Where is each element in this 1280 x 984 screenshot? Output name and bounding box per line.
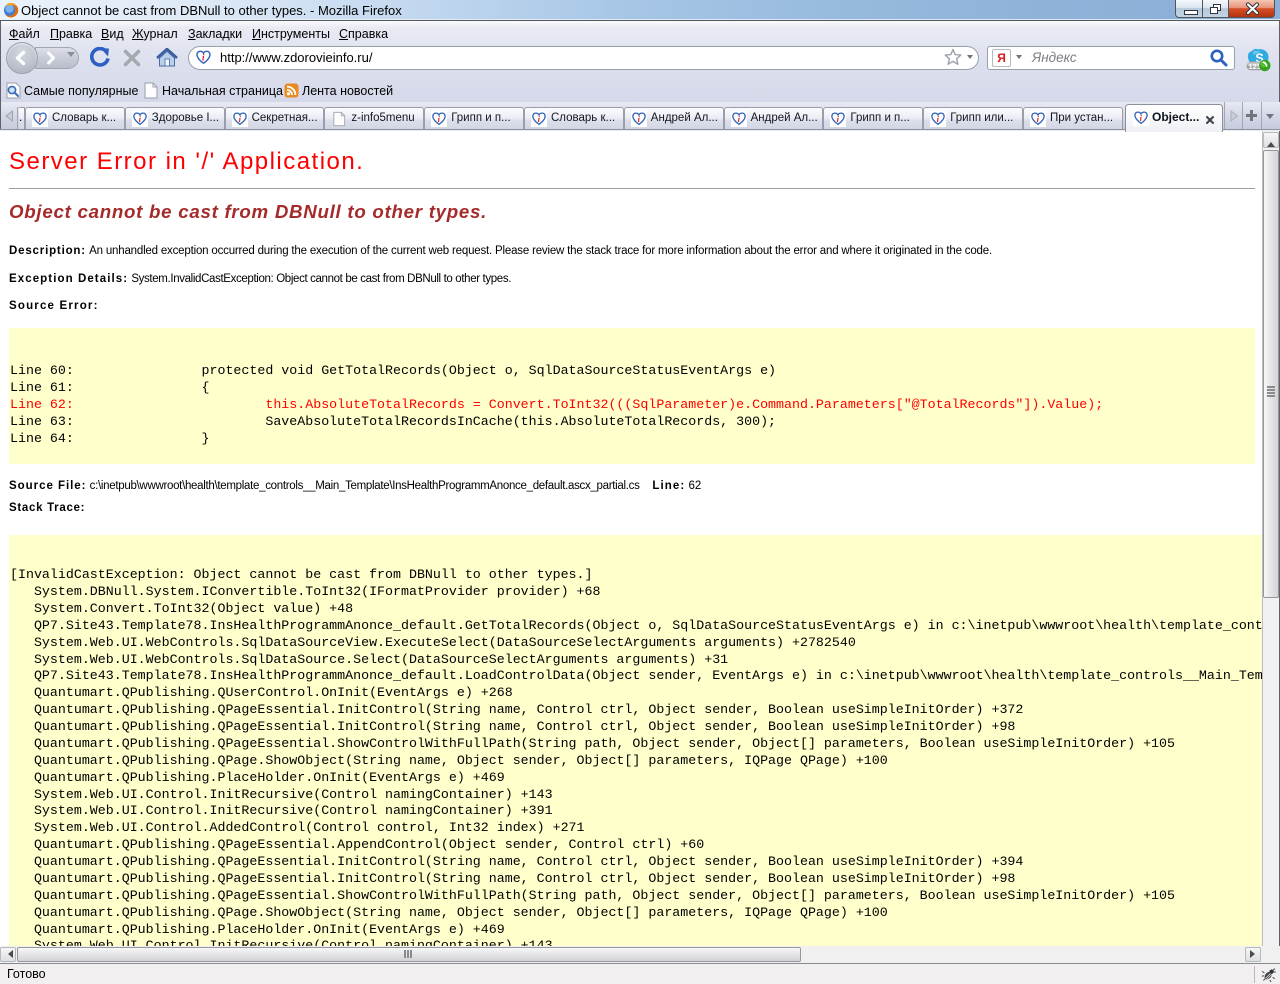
- svg-text:123: 123: [1248, 62, 1261, 71]
- svg-text:i: i: [202, 53, 205, 63]
